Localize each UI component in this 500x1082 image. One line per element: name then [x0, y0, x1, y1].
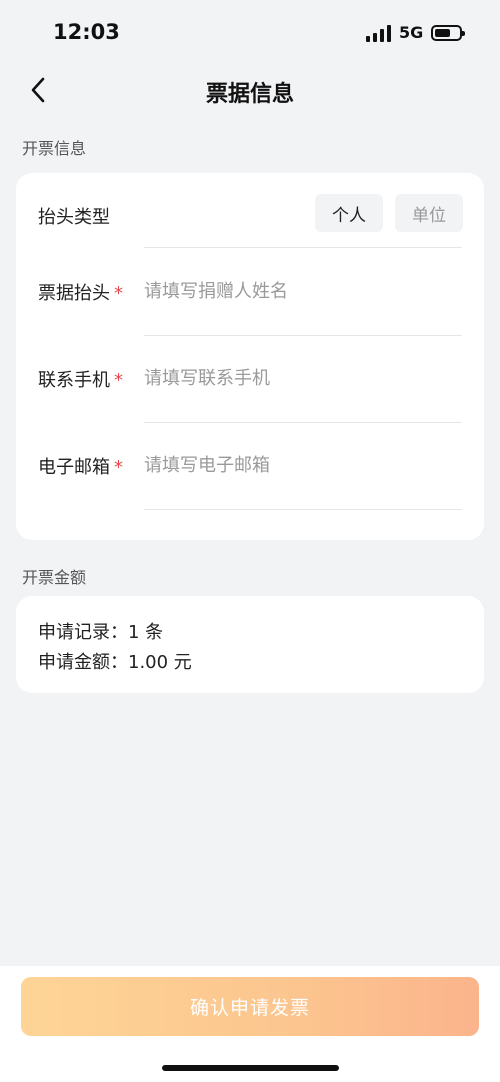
- network-type: 5G: [399, 23, 424, 42]
- nav-bar: 票据信息: [0, 66, 500, 114]
- apply-amount: 申请金额：1.00 元: [38, 652, 192, 673]
- header-type-row: 抬头类型 个人 单位: [16, 173, 484, 260]
- amount-card: 申请记录：1 条 申请金额：1.00 元: [16, 596, 484, 693]
- battery-level: [435, 29, 450, 37]
- option-organization-chip[interactable]: 单位: [395, 194, 463, 232]
- invoice-section-label: 开票信息: [22, 139, 87, 158]
- cellular-signal-icon: [366, 25, 392, 42]
- battery-icon: [431, 25, 465, 41]
- required-mark: *: [114, 283, 123, 304]
- records-count: 申请记录：1 条: [38, 622, 164, 643]
- row-divider: [144, 509, 462, 510]
- bottom-bar: 确认申请发票: [0, 966, 500, 1082]
- phone-input[interactable]: [144, 364, 460, 392]
- email-label: 电子邮箱 *: [38, 457, 123, 478]
- phone-label: 联系手机 *: [38, 370, 123, 391]
- home-indicator: [162, 1065, 339, 1071]
- status-bar: 12:03 5G: [0, 0, 500, 66]
- email-input[interactable]: [144, 451, 460, 479]
- header-type-label: 抬头类型: [38, 207, 110, 228]
- amount-section-label: 开票金额: [22, 568, 87, 587]
- page-title: 票据信息: [205, 82, 294, 107]
- row-divider: [144, 247, 462, 248]
- email-row: 电子邮箱 *: [16, 423, 484, 510]
- invoice-title-row: 票据抬头 *: [16, 249, 484, 336]
- invoice-info-card: 抬头类型 个人 单位 票据抬头* 联系手机* 电子邮箱*: [16, 173, 484, 540]
- option-personal-chip[interactable]: 个人: [315, 194, 383, 232]
- required-mark: *: [114, 457, 123, 478]
- phone-row: 联系手机 *: [16, 336, 484, 423]
- status-time: 12:03: [53, 20, 120, 44]
- required-mark: *: [114, 370, 123, 391]
- submit-invoice-button[interactable]: 确认申请发票: [21, 977, 479, 1036]
- invoice-title-label: 票据抬头 *: [38, 283, 123, 304]
- invoice-title-input[interactable]: [144, 277, 460, 305]
- invoice-info-page: 12:03 5G 票据信息 开票信息 抬头类型 个人 单位 票据抬头 * 请填写…: [0, 0, 500, 1082]
